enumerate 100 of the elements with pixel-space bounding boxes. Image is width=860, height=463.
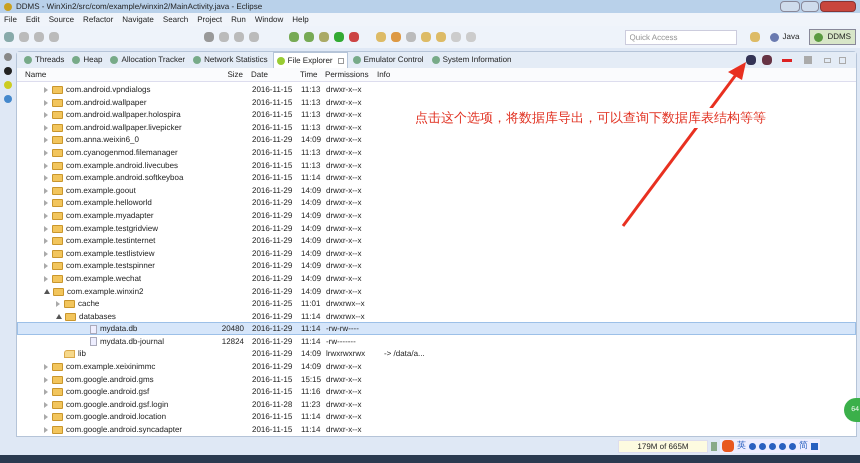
table-cell-text: 11:23 (300, 398, 322, 411)
column-header[interactable]: Time (295, 68, 323, 80)
file-name: com.example.testlistview (66, 248, 154, 260)
table-row[interactable]: com.example.winxin2 2016-11-29 14:09 drwxr-x--x (17, 284, 385, 298)
view-tab[interactable]: Heap (69, 52, 106, 68)
table-cell-text: 2016-11-29 (251, 272, 294, 285)
view-tab[interactable]: Network Statistics (190, 52, 271, 68)
menu-item[interactable]: Help (292, 14, 309, 26)
ime-mode[interactable]: 简 (799, 439, 808, 453)
menu-item[interactable]: Run (231, 14, 246, 26)
table-cell-text: 11:14 (300, 424, 322, 436)
table-row[interactable]: com.example.android.livecubes 2016-11-15 11:13 drwxr-x--x (17, 158, 385, 172)
table-row[interactable]: com.example.xeixinimmc 2016-11-29 14:09 drwxr-x--x (17, 360, 385, 373)
table-cell-text: drwxr-x--x (325, 235, 363, 248)
table-cell-text: drwxr-x--x (325, 84, 363, 96)
table-cell-text: -> /data/a... (383, 348, 425, 360)
table-cell-text: 2016-11-29 (251, 222, 294, 235)
table-cell-text: drwxr-x--x (325, 248, 363, 260)
table-row[interactable]: com.anna.weixin6_0 2016-11-29 14:09 drwxr-x--x (17, 133, 385, 146)
ime-mode[interactable]: 英 (737, 439, 746, 453)
table-row[interactable]: com.example.android.softkeyboa 2016-11-15 11:14 drwxr-x--x (17, 171, 385, 184)
table-row[interactable]: com.example.myadapter 2016-11-29 14:09 drwxr-x--x (17, 208, 385, 222)
table-row[interactable]: lib 2016-11-29 14:09 lrwxrwxrwx -> /data/a... (17, 347, 426, 360)
table-cell-text: 2016-11-15 (251, 374, 294, 386)
table-cell-text: 2016-11-29 (251, 134, 294, 146)
table-cell-text: 11:14 (300, 411, 322, 424)
menu-item[interactable]: Navigate (122, 14, 154, 26)
table-cell-text: 2016-11-15 (251, 160, 294, 172)
file-name: com.example.testinternet (66, 235, 156, 248)
table-row[interactable]: com.example.wechat 2016-11-29 14:09 drwxr-x--x (17, 272, 385, 284)
table-cell-text: drwxr-x--x (325, 260, 363, 272)
table-cell-text: 14:09 (300, 272, 322, 285)
menu-item[interactable]: Search (162, 14, 188, 26)
view-tab[interactable]: System Information (428, 52, 515, 68)
column-header[interactable]: Info (375, 68, 856, 80)
delete-icon[interactable] (782, 58, 792, 62)
ime-logo-icon[interactable] (722, 440, 734, 452)
table-row[interactable]: com.android.wallpaper.livepicker 2016-11-15 11:13 drwxr-x--x (17, 120, 385, 134)
table-row[interactable]: com.android.wallpaper 2016-11-15 11:13 drwxr-x--x (17, 96, 385, 108)
table-cell-text: 15:15 (300, 374, 322, 386)
file-name: com.android.vpndialogs (66, 84, 150, 96)
menu-item[interactable]: File (4, 14, 17, 26)
table-row[interactable]: com.example.helloworld 2016-11-29 14:09 drwxr-x--x (17, 196, 385, 209)
table-row[interactable]: com.cyanogenmod.filemanager 2016-11-15 11:13 drwxr-x--x (17, 146, 385, 159)
table-cell-text: 2016-11-29 (251, 248, 294, 260)
perspective-button[interactable]: DDMS (809, 29, 856, 45)
table-cell-text: drwxr-x--x (325, 361, 363, 374)
table-row[interactable]: com.android.vpndialogs 2016-11-15 11:13 drwxr-x--x (17, 83, 385, 96)
file-name: com.example.helloworld (66, 197, 152, 210)
table-row[interactable]: mydata.db 20480 2016-11-29 11:14 -rw-rw---- (17, 322, 856, 335)
view-tab[interactable]: Threads (21, 52, 68, 68)
menu-item[interactable]: Edit (26, 14, 40, 26)
table-row[interactable]: com.google.android.gsf 2016-11-15 11:16 drwxr-x--x (17, 385, 385, 398)
menu-item[interactable]: Project (197, 14, 222, 26)
folder-icon (52, 376, 63, 384)
minimize-button[interactable] (780, 1, 800, 12)
table-row[interactable]: cache 2016-11-25 11:01 drwxrwx--x (17, 297, 385, 310)
file-name: com.google.android.gms (66, 374, 154, 386)
table-cell-text: 11:14 (300, 310, 322, 323)
file-name: mydata.db (100, 323, 138, 336)
table-row[interactable]: com.android.wallpaper.holospira 2016-11-15 11:13 drwxr-x--x (17, 108, 385, 121)
table-row[interactable]: com.example.testgridview 2016-11-29 14:09 drwxr-x--x (17, 222, 385, 234)
table-cell-text: 14:09 (300, 348, 322, 360)
folder-icon (52, 250, 63, 258)
minimize-icon[interactable] (824, 58, 831, 62)
menu-item[interactable]: Source (48, 14, 74, 26)
table-cell-text: drwxrwx--x (325, 298, 366, 310)
table-cell-text: 14:09 (300, 222, 322, 235)
folder-icon (52, 111, 63, 120)
view-tab[interactable]: File Explorer (272, 52, 348, 68)
maximize-button[interactable] (801, 1, 819, 12)
menu-item[interactable]: Refactor (83, 14, 114, 26)
file-name: com.google.android.gsf.login (66, 398, 168, 411)
maximize-icon[interactable] (839, 56, 846, 64)
quick-access-field[interactable]: Quick Access (624, 30, 737, 44)
table-row[interactable]: com.example.goout 2016-11-29 14:09 drwxr-x--x (17, 184, 385, 196)
column-header[interactable]: Date (245, 68, 295, 80)
menu-item[interactable]: Window (254, 14, 284, 26)
perspective-button[interactable]: Java (764, 29, 804, 45)
table-row[interactable]: com.google.android.gms 2016-11-15 15:15 drwxr-x--x (17, 372, 385, 386)
table-row[interactable]: com.google.android.syncadapter 2016-11-15 11:14 drwxr-x--x (17, 423, 385, 436)
folder-icon (52, 212, 63, 220)
column-header[interactable]: Name (17, 68, 209, 80)
table-row[interactable]: com.example.testlistview 2016-11-29 14:09 drwxr-x--x (17, 246, 385, 260)
folder-icon (52, 98, 63, 107)
view-tab[interactable]: Allocation Tracker (107, 52, 188, 68)
close-button[interactable] (820, 1, 856, 12)
table-row[interactable]: com.example.testspinner 2016-11-29 14:09 drwxr-x--x (17, 259, 385, 272)
table-row[interactable]: com.google.android.gsf.login 2016-11-28 11:23 drwxr-x--x (17, 398, 385, 410)
window-title: DDMS - WinXin2/src/com/example/winxin2/MainActivity.java - Eclipse (16, 0, 264, 12)
file-name: databases (79, 310, 116, 323)
table-cell-text: -rw-rw---- (325, 323, 360, 336)
column-header[interactable]: Size (209, 68, 245, 80)
table-row[interactable]: mydata.db-journal 12824 2016-11-29 11:14 -rw------- (17, 334, 385, 348)
column-header[interactable]: Permissions (323, 68, 375, 80)
table-row[interactable]: com.example.testinternet 2016-11-29 14:09 drwxr-x--x (17, 234, 385, 247)
view-tab[interactable]: Emulator Control (350, 52, 427, 68)
table-row[interactable]: com.google.android.location 2016-11-15 11:14 drwxr-x--x (17, 410, 385, 424)
folder-icon (64, 300, 75, 308)
table-cell-text: drwxr-x--x (325, 134, 363, 146)
